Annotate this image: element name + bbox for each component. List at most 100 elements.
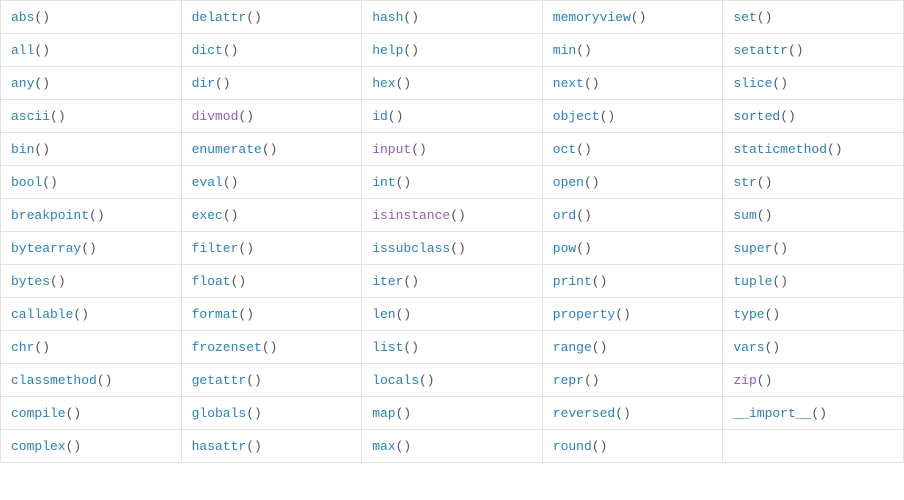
parentheses: () [765, 307, 781, 322]
function-link-iter[interactable]: iter() [372, 274, 419, 289]
function-name: sum [733, 208, 756, 223]
function-name: min [553, 43, 576, 58]
function-link-staticmethod[interactable]: staticmethod() [733, 142, 842, 157]
function-link-setattr[interactable]: setattr() [733, 43, 803, 58]
function-link-tuple[interactable]: tuple() [733, 274, 788, 289]
function-link-map[interactable]: map() [372, 406, 411, 421]
function-link-eval[interactable]: eval() [192, 175, 239, 190]
parentheses: () [788, 43, 804, 58]
function-link-list[interactable]: list() [372, 340, 419, 355]
function-link-all[interactable]: all() [11, 43, 50, 58]
function-link-id[interactable]: id() [372, 109, 403, 124]
parentheses: () [576, 241, 592, 256]
function-link-super[interactable]: super() [733, 241, 788, 256]
parentheses: () [66, 439, 82, 454]
function-link-round[interactable]: round() [553, 439, 608, 454]
function-link-open[interactable]: open() [553, 175, 600, 190]
function-link-vars[interactable]: vars() [733, 340, 780, 355]
function-link-bytearray[interactable]: bytearray() [11, 241, 97, 256]
function-link-next[interactable]: next() [553, 76, 600, 91]
function-link-pow[interactable]: pow() [553, 241, 592, 256]
function-link-bool[interactable]: bool() [11, 175, 58, 190]
function-link-sum[interactable]: sum() [733, 208, 772, 223]
function-link-dict[interactable]: dict() [192, 43, 239, 58]
function-link-frozenset[interactable]: frozenset() [192, 340, 278, 355]
function-link-property[interactable]: property() [553, 307, 631, 322]
function-link-reversed[interactable]: reversed() [553, 406, 631, 421]
parentheses: () [403, 274, 419, 289]
function-name: bytearray [11, 241, 81, 256]
parentheses: () [388, 109, 404, 124]
function-link-set[interactable]: set() [733, 10, 772, 25]
function-link-exec[interactable]: exec() [192, 208, 239, 223]
function-link-input[interactable]: input() [372, 142, 427, 157]
function-link-globals[interactable]: globals() [192, 406, 262, 421]
function-name: iter [372, 274, 403, 289]
function-link-zip[interactable]: zip() [733, 373, 772, 388]
parentheses: () [396, 76, 412, 91]
function-link-abs[interactable]: abs() [11, 10, 50, 25]
table-cell: frozenset() [181, 331, 362, 364]
table-row: compile() globals() map() reversed() __impor… [1, 397, 904, 430]
function-link-range[interactable]: range() [553, 340, 608, 355]
table-cell: hasattr() [181, 430, 362, 463]
function-link-ascii[interactable]: ascii() [11, 109, 66, 124]
function-link-breakpoint[interactable]: breakpoint() [11, 208, 105, 223]
function-link-getattr[interactable]: getattr() [192, 373, 262, 388]
function-link-hex[interactable]: hex() [372, 76, 411, 91]
function-link-locals[interactable]: locals() [372, 373, 434, 388]
table-cell: callable() [1, 298, 182, 331]
parentheses: () [615, 406, 631, 421]
table-cell: int() [362, 166, 543, 199]
function-link-callable[interactable]: callable() [11, 307, 89, 322]
function-link-issubclass[interactable]: issubclass() [372, 241, 466, 256]
table-cell: zip() [723, 364, 904, 397]
function-link-filter[interactable]: filter() [192, 241, 254, 256]
function-link-repr[interactable]: repr() [553, 373, 600, 388]
function-link-dir[interactable]: dir() [192, 76, 231, 91]
function-link-ord[interactable]: ord() [553, 208, 592, 223]
function-link-object[interactable]: object() [553, 109, 615, 124]
table-cell: list() [362, 331, 543, 364]
table-cell: staticmethod() [723, 133, 904, 166]
function-link-enumerate[interactable]: enumerate() [192, 142, 278, 157]
function-link-compile[interactable]: compile() [11, 406, 81, 421]
function-link-hasattr[interactable]: hasattr() [192, 439, 262, 454]
function-link-isinstance[interactable]: isinstance() [372, 208, 466, 223]
function-link-sorted[interactable]: sorted() [733, 109, 795, 124]
function-name: frozenset [192, 340, 262, 355]
function-link-print[interactable]: print() [553, 274, 608, 289]
table-row: bool() eval() int() open() str() [1, 166, 904, 199]
function-link-oct[interactable]: oct() [553, 142, 592, 157]
table-row: ascii() divmod() id() object() sorted() [1, 100, 904, 133]
function-link-classmethod[interactable]: classmethod() [11, 373, 112, 388]
function-link-len[interactable]: len() [372, 307, 411, 322]
function-name: format [192, 307, 239, 322]
parentheses: () [73, 307, 89, 322]
function-link-__import__[interactable]: __import__() [733, 406, 827, 421]
function-link-delattr[interactable]: delattr() [192, 10, 262, 25]
function-link-chr[interactable]: chr() [11, 340, 50, 355]
function-link-divmod[interactable]: divmod() [192, 109, 254, 124]
function-link-any[interactable]: any() [11, 76, 50, 91]
function-link-hash[interactable]: hash() [372, 10, 419, 25]
function-link-bytes[interactable]: bytes() [11, 274, 66, 289]
table-cell: range() [542, 331, 723, 364]
function-link-min[interactable]: min() [553, 43, 592, 58]
function-link-bin[interactable]: bin() [11, 142, 50, 157]
parentheses: () [757, 10, 773, 25]
function-link-int[interactable]: int() [372, 175, 411, 190]
function-link-memoryview[interactable]: memoryview() [553, 10, 647, 25]
function-link-type[interactable]: type() [733, 307, 780, 322]
table-cell: print() [542, 265, 723, 298]
function-link-format[interactable]: format() [192, 307, 254, 322]
function-link-max[interactable]: max() [372, 439, 411, 454]
function-link-complex[interactable]: complex() [11, 439, 81, 454]
parentheses: () [246, 10, 262, 25]
parentheses: () [419, 373, 435, 388]
table-cell: iter() [362, 265, 543, 298]
function-link-slice[interactable]: slice() [733, 76, 788, 91]
function-link-str[interactable]: str() [733, 175, 772, 190]
function-link-help[interactable]: help() [372, 43, 419, 58]
function-link-float[interactable]: float() [192, 274, 247, 289]
